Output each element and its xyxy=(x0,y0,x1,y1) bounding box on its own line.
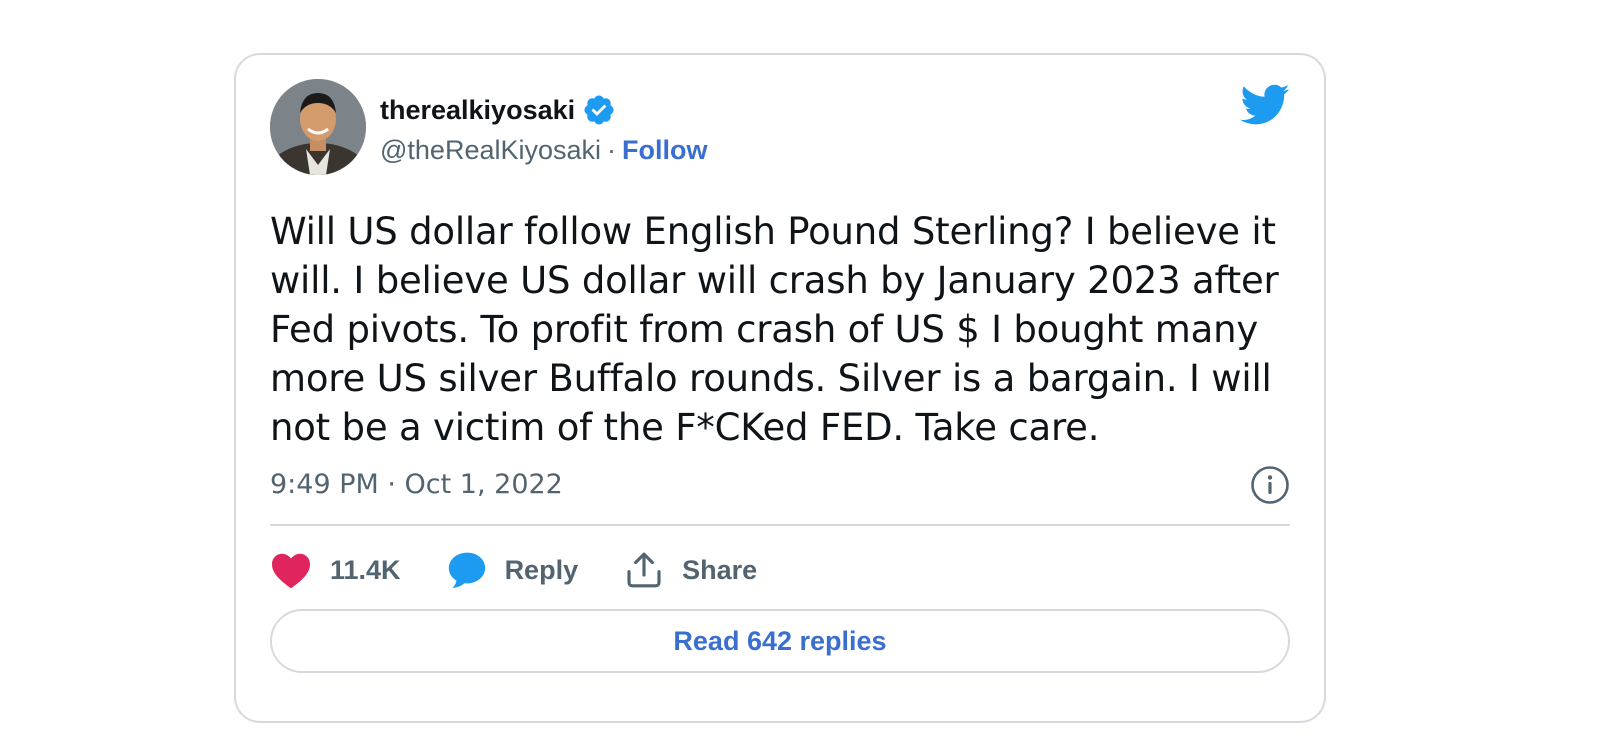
separator-dot: · xyxy=(607,135,617,165)
action-bar: 11.4K Reply Share xyxy=(270,545,803,595)
handle[interactable]: @theRealKiyosaki xyxy=(380,135,601,166)
heart-icon xyxy=(272,553,310,589)
share-icon xyxy=(627,552,661,588)
handle-row: @theRealKiyosaki · Follow xyxy=(380,135,708,166)
like-count: 11.4K xyxy=(330,554,401,585)
follow-button[interactable]: Follow xyxy=(622,135,707,166)
verified-badge-icon xyxy=(584,95,614,125)
read-replies-button[interactable]: Read 642 replies xyxy=(270,609,1290,673)
share-button[interactable]: Share xyxy=(624,550,757,590)
tweet-text: Will US dollar follow English Pound Ster… xyxy=(270,210,1279,449)
twitter-bird-icon[interactable] xyxy=(1240,83,1290,127)
speech-bubble-icon xyxy=(448,552,485,588)
reply-label: Reply xyxy=(504,554,579,585)
share-label: Share xyxy=(682,554,758,585)
tweet-timestamp[interactable]: 9:49 PM · Oct 1, 2022 xyxy=(270,469,563,500)
display-name[interactable]: therealkiyosaki xyxy=(380,95,575,126)
reply-button[interactable]: Reply xyxy=(447,551,579,589)
avatar[interactable] xyxy=(270,79,366,175)
like-button[interactable]: 11.4K xyxy=(270,551,401,589)
name-row: therealkiyosaki xyxy=(380,93,616,127)
info-icon[interactable] xyxy=(1250,465,1290,505)
divider xyxy=(270,524,1290,526)
tweet-card: therealkiyosaki @theRealKiyosaki · Follo… xyxy=(234,53,1326,723)
